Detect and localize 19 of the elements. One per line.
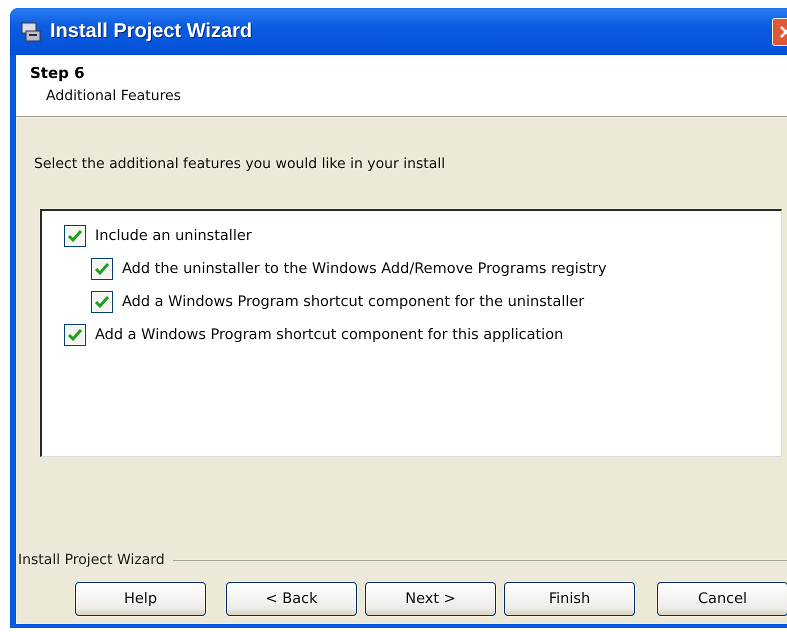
checkbox[interactable] bbox=[91, 258, 113, 280]
feature-label: Add a Windows Program shortcut component for the uninstaller bbox=[122, 294, 584, 310]
step-title: Step 6 bbox=[30, 64, 86, 82]
wizard-button[interactable]: Next > bbox=[365, 582, 496, 616]
wizard-button[interactable]: < Back bbox=[226, 582, 357, 616]
checkbox[interactable] bbox=[64, 224, 86, 246]
instruction-text: Select the additional features you would like in your install bbox=[34, 156, 446, 172]
step-subtitle: Additional Features bbox=[46, 88, 182, 104]
footer-label: Install Project Wizard bbox=[18, 552, 165, 568]
feature-label: Add the uninstaller to the Windows Add/Remove Programs registry bbox=[122, 260, 607, 276]
wizard-button[interactable]: Finish bbox=[504, 582, 635, 616]
wizard-button[interactable]: Help bbox=[75, 582, 206, 616]
feature-label: Include an uninstaller bbox=[95, 228, 252, 244]
checkbox[interactable] bbox=[91, 290, 113, 312]
window-title: Install Project Wizard bbox=[50, 20, 252, 43]
checkbox[interactable] bbox=[64, 324, 86, 346]
feature-label: Add a Windows Program shortcut component for this application bbox=[95, 326, 564, 342]
wizard-button[interactable]: Cancel bbox=[657, 582, 787, 616]
installer-icon bbox=[20, 20, 42, 42]
